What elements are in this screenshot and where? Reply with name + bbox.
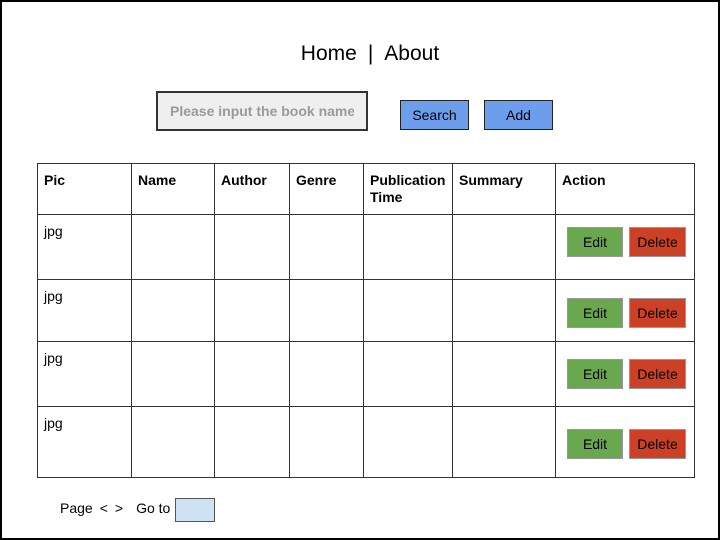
cell-pic: jpg (37, 279, 132, 342)
nav-separator: | (367, 42, 374, 65)
table-row: jpg Edit Delete (37, 279, 695, 342)
pagination: Page < > Go to (60, 500, 170, 516)
prev-page-button[interactable]: < (100, 500, 108, 516)
column-header-summary: Summary (452, 163, 556, 215)
cell-summary (452, 214, 556, 280)
cell-pic: jpg (37, 406, 132, 478)
cell-genre (289, 214, 364, 280)
cell-name (131, 341, 215, 407)
cell-author (214, 406, 290, 478)
cell-author (214, 279, 290, 342)
cell-pic: jpg (37, 214, 132, 280)
cell-summary (452, 279, 556, 342)
cell-actions: Edit Delete (555, 214, 695, 280)
cell-name (131, 279, 215, 342)
page-label: Page (60, 500, 93, 516)
add-button[interactable]: Add (484, 100, 553, 130)
column-header-name: Name (131, 163, 215, 215)
column-header-genre: Genre (289, 163, 364, 215)
cell-genre (289, 279, 364, 342)
delete-button[interactable]: Delete (629, 298, 686, 328)
column-header-publication-time: Publication Time (363, 163, 453, 215)
edit-button[interactable]: Edit (567, 298, 623, 328)
search-button[interactable]: Search (400, 100, 469, 130)
delete-button[interactable]: Delete (629, 429, 686, 459)
table-row: jpg Edit Delete (37, 341, 695, 407)
column-header-pic: Pic (37, 163, 132, 215)
edit-button[interactable]: Edit (567, 359, 623, 389)
cell-publication-time (363, 279, 453, 342)
edit-button[interactable]: Edit (567, 429, 623, 459)
cell-genre (289, 341, 364, 407)
table-row: jpg Edit Delete (37, 406, 695, 478)
column-header-action: Action (555, 163, 695, 215)
cell-actions: Edit Delete (555, 279, 695, 342)
next-page-button[interactable]: > (115, 500, 123, 516)
cell-publication-time (363, 406, 453, 478)
edit-button[interactable]: Edit (567, 227, 623, 257)
book-search-input[interactable] (156, 91, 368, 131)
table-header-row: Pic Name Author Genre Publication Time S… (37, 163, 695, 215)
cell-author (214, 214, 290, 280)
cell-actions: Edit Delete (555, 341, 695, 407)
nav-link-home[interactable]: Home (301, 42, 357, 66)
cell-name (131, 214, 215, 280)
cell-publication-time (363, 214, 453, 280)
cell-author (214, 341, 290, 407)
table-row: jpg Edit Delete (37, 214, 695, 280)
cell-pic: jpg (37, 341, 132, 407)
cell-summary (452, 341, 556, 407)
cell-summary (452, 406, 556, 478)
cell-genre (289, 406, 364, 478)
goto-label: Go to (136, 500, 171, 516)
delete-button[interactable]: Delete (629, 227, 686, 257)
nav-link-about[interactable]: About (384, 42, 439, 66)
cell-publication-time (363, 341, 453, 407)
cell-name (131, 406, 215, 478)
goto-page-input[interactable] (175, 498, 215, 522)
delete-button[interactable]: Delete (629, 359, 686, 389)
top-nav: Home | About (0, 42, 720, 66)
column-header-author: Author (214, 163, 290, 215)
books-table: Pic Name Author Genre Publication Time S… (37, 163, 695, 478)
cell-actions: Edit Delete (555, 406, 695, 478)
